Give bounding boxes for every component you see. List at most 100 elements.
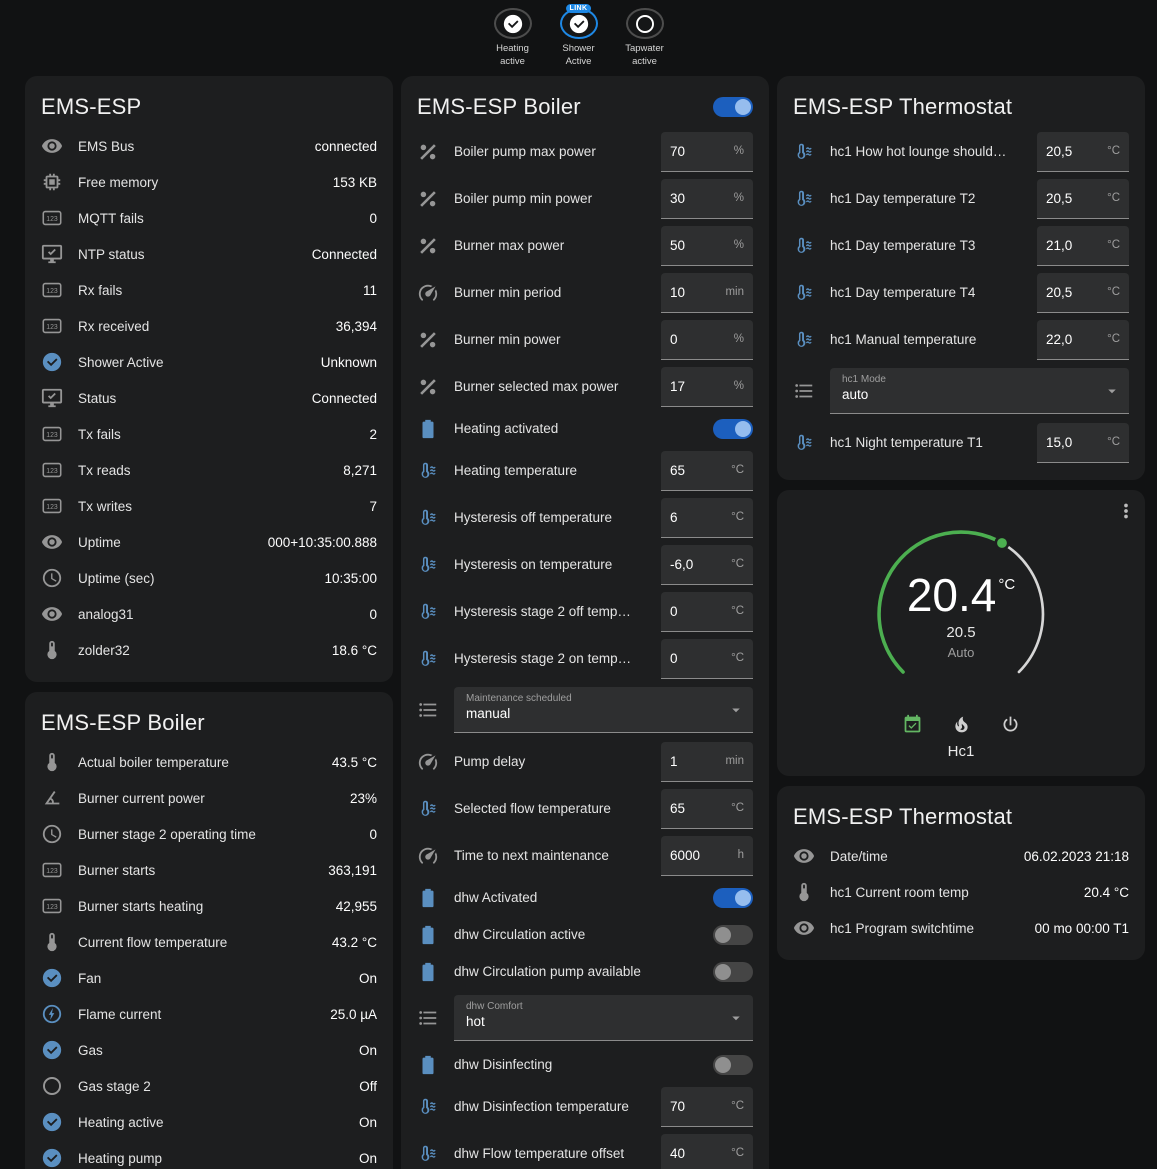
toggle-switch[interactable] [713,419,753,439]
check-circle-icon [568,13,590,35]
entity-value: 00 mo 00:00 T1 [1035,921,1129,936]
entity-row[interactable]: Flame current25.0 µA [41,996,377,1032]
number-input[interactable]: 65°C [661,451,753,491]
number-unit: °C [731,1100,744,1112]
entity-row[interactable]: Heating activeOn [41,1104,377,1140]
entity-value: 20.4 °C [1084,885,1129,900]
entity-row: Hysteresis on temperature-6,0°C [417,541,753,588]
more-menu-icon[interactable] [1115,500,1137,522]
number-input[interactable]: 6°C [661,498,753,538]
entity-name: Burner current power [78,791,335,806]
number-input[interactable]: 15,0°C [1037,423,1129,463]
entity-row[interactable]: Actual boiler temperature43.5 °C [41,744,377,780]
thermo-wave-icon [417,601,439,623]
number-input[interactable]: 65°C [661,789,753,829]
power-icon[interactable] [1000,714,1021,735]
number-input[interactable]: 20,5°C [1037,179,1129,219]
number-input[interactable]: 30% [661,179,753,219]
number-input[interactable]: 0°C [661,592,753,632]
entity-row[interactable]: 123MQTT fails0 [41,200,377,236]
entity-value: On [359,1115,377,1130]
number-input[interactable]: 6000h [661,836,753,876]
number-input[interactable]: 10min [661,273,753,313]
number-value: -6,0 [670,557,693,572]
badge-circle[interactable] [494,8,532,39]
entity-row[interactable]: Date/time06.02.2023 21:18 [793,838,1129,874]
entity-name: hc1 Program switchtime [830,921,1020,936]
entity-row[interactable]: Gas stage 2Off [41,1068,377,1104]
entity-row[interactable]: NTP statusConnected [41,236,377,272]
toggle-switch[interactable] [713,925,753,945]
entity-name: hc1 Day temperature T3 [830,238,1022,253]
entity-row[interactable]: hc1 Current room temp20.4 °C [793,874,1129,910]
number-unit: % [734,380,744,392]
card-toggle[interactable] [713,97,753,117]
number-value: 20,5 [1046,191,1072,206]
entity-row[interactable]: Burner current power23% [41,780,377,816]
entity-row: dhw Activated [417,879,753,916]
entity-row[interactable]: zolder3218.6 °C [41,632,377,668]
number-input[interactable]: 40°C [661,1134,753,1169]
select-field[interactable]: dhw Comforthot [454,995,753,1041]
toggle-switch[interactable] [713,962,753,982]
badge-circle[interactable] [626,8,664,39]
entity-row[interactable]: Shower ActiveUnknown [41,344,377,380]
number-input[interactable]: 21,0°C [1037,226,1129,266]
entity-row[interactable]: Uptime (sec)10:35:00 [41,560,377,596]
number-value: 10 [670,285,685,300]
fire-icon[interactable] [951,714,972,735]
entity-row: Burner min power0% [417,316,753,363]
thermo-wave-icon [793,235,815,257]
entity-value: connected [315,139,377,154]
temperature-dial[interactable]: 20.4°C 20.5 Auto [863,516,1059,712]
entity-row[interactable]: 123Tx writes7 [41,488,377,524]
entity-row[interactable]: EMS Busconnected [41,128,377,164]
toggle-switch[interactable] [713,888,753,908]
number-input[interactable]: 20,5°C [1037,132,1129,172]
number-value: 20,5 [1046,285,1072,300]
entity-row[interactable]: hc1 Program switchtime 00 mo 00:00 T1 [793,910,1129,946]
entity-row[interactable]: FanOn [41,960,377,996]
entity-row[interactable]: 123Tx fails2 [41,416,377,452]
entity-row[interactable]: 123Rx received36,394 [41,308,377,344]
number-input[interactable]: 22,0°C [1037,320,1129,360]
select-field[interactable]: Maintenance scheduledmanual [454,687,753,733]
number-input[interactable]: 0°C [661,639,753,679]
percent-icon [417,235,439,257]
entity-row[interactable]: 123Burner starts heating42,955 [41,888,377,924]
clock-icon [41,567,63,589]
toggle-switch[interactable] [713,1055,753,1075]
entity-row[interactable]: Heating pumpOn [41,1140,377,1169]
number-input[interactable]: 20,5°C [1037,273,1129,313]
number-input[interactable]: 50% [661,226,753,266]
number-input[interactable]: 0% [661,320,753,360]
number-input[interactable]: 17% [661,367,753,407]
entity-rows: EMS BusconnectedFree memory153 KB123MQTT… [41,128,377,668]
entity-row[interactable]: Uptime000+10:35:00.888 [41,524,377,560]
number-unit: % [734,145,744,157]
entity-row[interactable]: Free memory153 KB [41,164,377,200]
badge-circle[interactable]: LINK [560,8,598,39]
entity-row[interactable]: Current flow temperature43.2 °C [41,924,377,960]
entity-name: dhw Disinfecting [454,1057,698,1072]
entity-value: 36,394 [336,319,377,334]
entity-row[interactable]: analog310 [41,596,377,632]
entity-row[interactable]: 123Burner starts363,191 [41,852,377,888]
select-field[interactable]: hc1 Modeauto [830,368,1129,414]
number-input[interactable]: -6,0°C [661,545,753,585]
entity-name: Burner starts heating [78,899,321,914]
number-input[interactable]: 70% [661,132,753,172]
svg-text:123: 123 [46,432,58,439]
number-input[interactable]: 1min [661,742,753,782]
entity-row[interactable]: 123Rx fails11 [41,272,377,308]
number-input[interactable]: 70°C [661,1087,753,1127]
entity-row[interactable]: Burner stage 2 operating time0 [41,816,377,852]
entity-row[interactable]: StatusConnected [41,380,377,416]
svg-text:123: 123 [46,904,58,911]
entity-value: 18.6 °C [332,643,377,658]
calendar-check-icon[interactable] [902,714,923,735]
entity-row[interactable]: 123Tx reads8,271 [41,452,377,488]
svg-text:123: 123 [46,324,58,331]
entity-name: Heating pump [78,1151,344,1166]
entity-row[interactable]: GasOn [41,1032,377,1068]
